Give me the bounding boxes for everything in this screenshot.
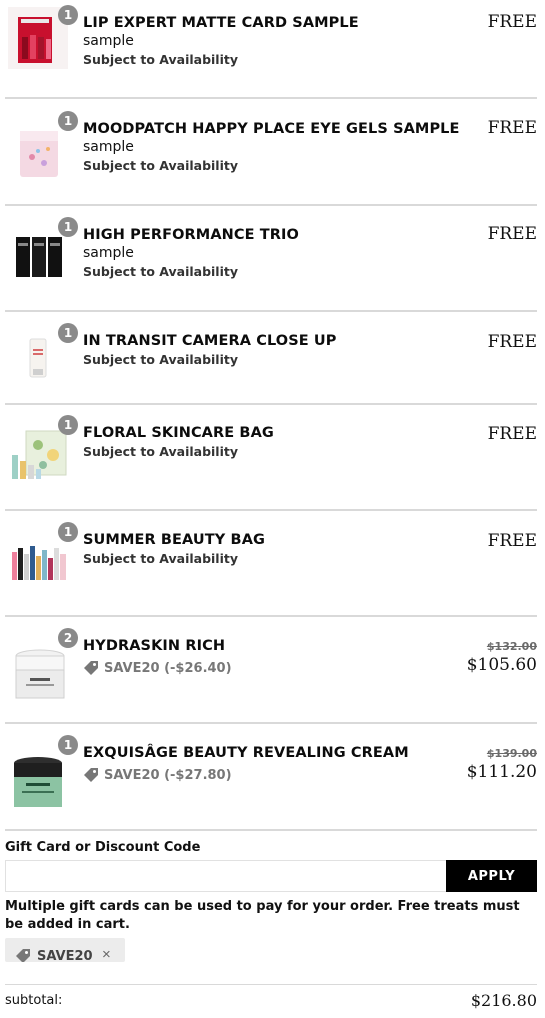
- cream-jar-white-icon[interactable]: [8, 644, 68, 704]
- cart-item: 1 FLORAL SKINCARE BAG Subject to Availab…: [5, 415, 537, 495]
- item-name[interactable]: SUMMER BEAUTY BAG: [83, 532, 265, 548]
- quantity-badge: 2: [58, 628, 78, 648]
- original-price: $139.00: [486, 747, 537, 760]
- item-type: sample: [83, 245, 134, 261]
- apply-button[interactable]: APPLY: [446, 860, 537, 892]
- gift-code-label: Gift Card or Discount Code: [5, 840, 201, 855]
- tag-icon: [84, 768, 98, 782]
- item-name[interactable]: EXQUISÂGE BEAUTY REVEALING CREAM: [83, 745, 409, 761]
- divider: [5, 403, 537, 405]
- quantity-badge: 1: [58, 415, 78, 435]
- item-name[interactable]: HIGH PERFORMANCE TRIO: [83, 227, 299, 243]
- divider: [5, 615, 537, 617]
- cart-item: 1 EXQUISÂGE BEAUTY REVEALING CREAM SAVE2…: [5, 735, 537, 815]
- divider: [5, 97, 537, 99]
- availability-note: Subject to Availability: [83, 264, 239, 279]
- sachet-trio-icon[interactable]: [8, 229, 68, 289]
- item-price: FREE: [487, 424, 537, 444]
- cart-item: 1 MOODPATCH HAPPY PLACE EYE GELS SAMPLE …: [5, 111, 537, 191]
- quantity-badge: 1: [58, 217, 78, 237]
- subtotal-value: $216.80: [470, 991, 537, 1010]
- floral-bag-icon[interactable]: [8, 425, 68, 487]
- quantity-badge: 1: [58, 522, 78, 542]
- remove-code-icon[interactable]: ×: [102, 946, 111, 962]
- item-name[interactable]: IN TRANSIT CAMERA CLOSE UP: [83, 333, 337, 349]
- divider: [5, 984, 537, 985]
- availability-note: Subject to Availability: [83, 352, 239, 367]
- quantity-badge: 1: [58, 111, 78, 131]
- tag-icon: [84, 661, 98, 675]
- promo-line: SAVE20 (-$26.40): [83, 660, 232, 676]
- item-price: FREE: [487, 224, 537, 244]
- item-price: FREE: [487, 118, 537, 138]
- divider: [5, 310, 537, 312]
- quantity-badge: 1: [58, 5, 78, 25]
- item-price: FREE: [487, 12, 537, 32]
- availability-note: Subject to Availability: [83, 158, 239, 173]
- availability-note: Subject to Availability: [83, 551, 239, 566]
- quantity-badge: 1: [58, 323, 78, 343]
- promo-text: SAVE20 (-$27.80): [104, 767, 232, 783]
- applied-code-chip: SAVE20 ×: [5, 938, 125, 962]
- divider: [5, 829, 537, 831]
- item-price: FREE: [487, 531, 537, 551]
- divider: [5, 509, 537, 511]
- cart-item: 1 LIP EXPERT MATTE CARD SAMPLE sample Su…: [5, 5, 537, 80]
- cart-item: 1 HIGH PERFORMANCE TRIO sample Subject t…: [5, 217, 537, 297]
- cart-item: 2 HYDRASKIN RICH SAVE20 (-$26.40) $132.0…: [5, 628, 537, 708]
- item-price: $105.60: [466, 655, 537, 675]
- gift-card-note: Multiple gift cards can be used to pay f…: [5, 899, 520, 932]
- divider: [5, 204, 537, 206]
- gift-code-input[interactable]: [5, 860, 447, 892]
- item-type: sample: [83, 33, 134, 49]
- beauty-bag-icon[interactable]: [8, 536, 70, 596]
- item-name[interactable]: HYDRASKIN RICH: [83, 638, 225, 654]
- divider: [5, 722, 537, 724]
- availability-note: Subject to Availability: [83, 444, 239, 459]
- applied-code-text: SAVE20: [37, 948, 93, 963]
- cream-jar-green-icon[interactable]: [8, 755, 68, 815]
- promo-text: SAVE20 (-$26.40): [104, 660, 232, 676]
- item-price: FREE: [487, 332, 537, 352]
- cart-item: 1 IN TRANSIT CAMERA CLOSE UP Subject to …: [5, 323, 537, 393]
- item-name[interactable]: FLORAL SKINCARE BAG: [83, 425, 274, 441]
- availability-note: Subject to Availability: [83, 52, 239, 67]
- item-name[interactable]: LIP EXPERT MATTE CARD SAMPLE: [83, 15, 359, 31]
- quantity-badge: 1: [58, 735, 78, 755]
- cart-item: 1 SUMMER BEAUTY BAG Subject to Availabil…: [5, 522, 537, 602]
- original-price: $132.00: [486, 640, 537, 653]
- item-price: $111.20: [466, 762, 537, 782]
- item-type: sample: [83, 139, 134, 155]
- tag-icon: [16, 949, 30, 962]
- item-name[interactable]: MOODPATCH HAPPY PLACE EYE GELS SAMPLE: [83, 121, 460, 137]
- promo-line: SAVE20 (-$27.80): [83, 767, 232, 783]
- subtotal-label: subtotal:: [5, 993, 63, 1008]
- eye-gel-pack-icon[interactable]: [8, 119, 68, 179]
